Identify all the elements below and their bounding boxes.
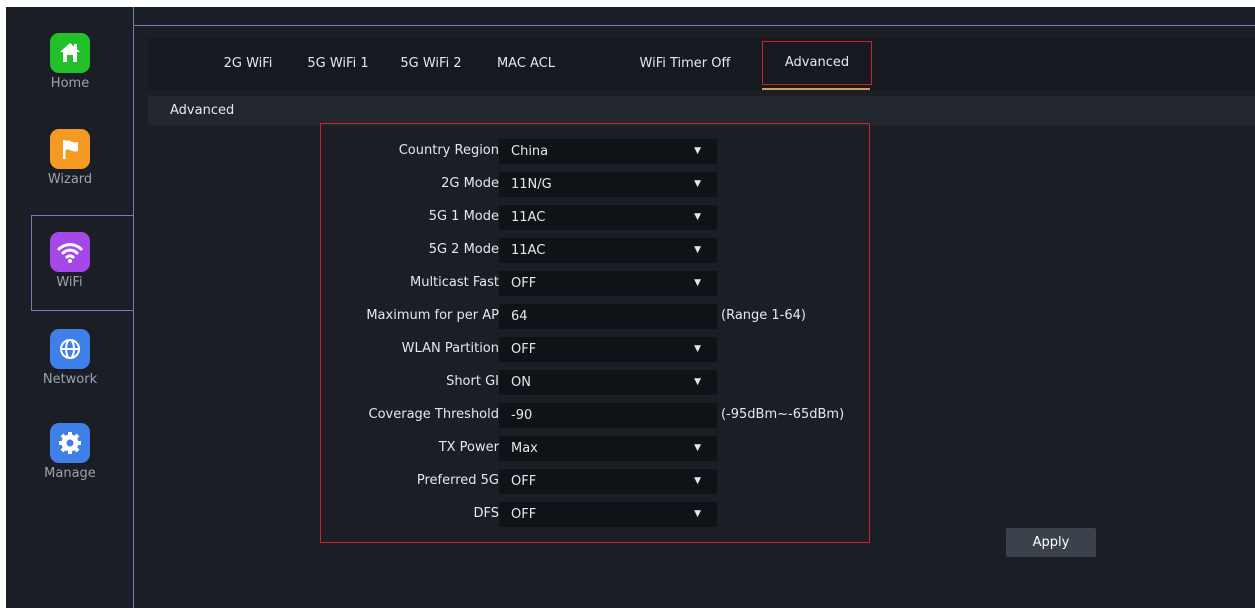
coverage-threshold-label: Coverage Threshold bbox=[368, 407, 499, 422]
selected-value: China bbox=[511, 144, 549, 159]
multicast-fast-select[interactable]: OFF ▼ bbox=[499, 271, 717, 296]
short-gi-label: Short GI bbox=[446, 374, 499, 389]
tab-2g-wifi[interactable]: 2G WiFi bbox=[210, 38, 286, 90]
selected-value: ON bbox=[511, 375, 531, 390]
row-multicast-fast: Multicast Fast OFF ▼ bbox=[321, 270, 869, 296]
sidebar-item-manage[interactable]: Manage bbox=[6, 403, 134, 497]
wlan-partition-select[interactable]: OFF ▼ bbox=[499, 337, 717, 362]
max-per-ap-input[interactable]: 64 bbox=[499, 304, 717, 329]
sidebar-item-label: Wizard bbox=[47, 172, 93, 187]
row-5g1-mode: 5G 1 Mode 11AC ▼ bbox=[321, 204, 869, 230]
sidebar-item-wizard[interactable]: Wizard bbox=[6, 111, 134, 205]
caret-down-icon: ▼ bbox=[694, 476, 701, 486]
country-region-label: Country Region bbox=[398, 143, 499, 158]
sidebar-item-label: Network bbox=[42, 372, 98, 387]
caret-down-icon: ▼ bbox=[694, 179, 701, 189]
tab-wifi-timer-off[interactable]: WiFi Timer Off bbox=[630, 38, 740, 90]
5g1-mode-label: 5G 1 Mode bbox=[428, 209, 499, 224]
caret-down-icon: ▼ bbox=[694, 212, 701, 222]
section-title: Advanced bbox=[170, 103, 235, 118]
tab-mac-acl[interactable]: MAC ACL bbox=[488, 38, 564, 90]
tab-bar: 2G WiFi 5G WiFi 1 5G WiFi 2 MAC ACL WiFi… bbox=[148, 38, 1255, 90]
selected-value: OFF bbox=[511, 507, 537, 522]
max-per-ap-label: Maximum for per AP bbox=[366, 308, 499, 323]
input-value: -90 bbox=[511, 408, 533, 423]
caret-down-icon: ▼ bbox=[694, 146, 701, 156]
row-wlan-partition: WLAN Partition OFF ▼ bbox=[321, 336, 869, 362]
2g-mode-label: 2G Mode bbox=[441, 176, 499, 191]
section-header: Advanced bbox=[148, 96, 1255, 126]
selected-value: OFF bbox=[511, 474, 537, 489]
advanced-settings-form: Country Region China ▼ 2G Mode 11N/G ▼ 5G … bbox=[320, 123, 870, 543]
apply-button[interactable]: Apply bbox=[1006, 528, 1096, 557]
selected-value: 11AC bbox=[511, 243, 546, 258]
selected-value: OFF bbox=[511, 276, 537, 291]
tab-5g-wifi-2[interactable]: 5G WiFi 2 bbox=[390, 38, 472, 90]
home-icon bbox=[50, 33, 90, 73]
max-per-ap-hint: (Range 1-64) bbox=[721, 308, 806, 323]
tab-advanced[interactable]: Advanced bbox=[762, 41, 872, 85]
sidebar-item-label: Manage bbox=[44, 466, 96, 481]
input-value: 64 bbox=[511, 309, 528, 324]
selected-value: 11N/G bbox=[511, 177, 552, 192]
5g1-mode-select[interactable]: 11AC ▼ bbox=[499, 205, 717, 230]
caret-down-icon: ▼ bbox=[694, 443, 701, 453]
gear-icon bbox=[50, 423, 90, 463]
multicast-fast-label: Multicast Fast bbox=[409, 275, 499, 290]
caret-down-icon: ▼ bbox=[694, 278, 701, 288]
dfs-select[interactable]: OFF ▼ bbox=[499, 502, 717, 527]
sidebar-divider bbox=[133, 7, 134, 608]
row-country-region: Country Region China ▼ bbox=[321, 138, 869, 164]
preferred-5g-label: Preferred 5G bbox=[416, 473, 499, 488]
caret-down-icon: ▼ bbox=[694, 344, 701, 354]
caret-down-icon: ▼ bbox=[694, 377, 701, 387]
sidebar-item-home[interactable]: Home bbox=[6, 15, 134, 109]
coverage-threshold-input[interactable]: -90 bbox=[499, 403, 717, 428]
short-gi-select[interactable]: ON ▼ bbox=[499, 370, 717, 395]
sidebar: Home Wizard WiFi Network Manage bbox=[6, 7, 134, 608]
selected-value: Max bbox=[511, 441, 538, 456]
sidebar-item-network[interactable]: Network bbox=[6, 309, 134, 403]
5g2-mode-select[interactable]: 11AC ▼ bbox=[499, 238, 717, 263]
selected-value: OFF bbox=[511, 342, 537, 357]
5g2-mode-label: 5G 2 Mode bbox=[428, 242, 499, 257]
wlan-partition-label: WLAN Partition bbox=[401, 341, 499, 356]
wifi-icon bbox=[49, 232, 90, 272]
tx-power-label: TX Power bbox=[438, 440, 499, 455]
row-tx-power: TX Power Max ▼ bbox=[321, 435, 869, 461]
frame-top-line bbox=[134, 25, 1255, 26]
sidebar-item-label: Home bbox=[50, 76, 90, 91]
row-5g2-mode: 5G 2 Mode 11AC ▼ bbox=[321, 237, 869, 263]
globe-icon bbox=[50, 329, 90, 369]
dfs-label: DFS bbox=[473, 506, 499, 521]
row-dfs: DFS OFF ▼ bbox=[321, 501, 869, 527]
coverage-threshold-hint: (-95dBm~-65dBm) bbox=[721, 407, 845, 422]
country-region-select[interactable]: China ▼ bbox=[499, 139, 717, 164]
tab-5g-wifi-1[interactable]: 5G WiFi 1 bbox=[298, 38, 378, 90]
flag-icon bbox=[50, 129, 90, 169]
row-2g-mode: 2G Mode 11N/G ▼ bbox=[321, 171, 869, 197]
tx-power-select[interactable]: Max ▼ bbox=[499, 436, 717, 461]
sidebar-item-wifi[interactable]: WiFi bbox=[31, 215, 133, 311]
row-preferred-5g: Preferred 5G OFF ▼ bbox=[321, 468, 869, 494]
2g-mode-select[interactable]: 11N/G ▼ bbox=[499, 172, 717, 197]
caret-down-icon: ▼ bbox=[694, 509, 701, 519]
active-tab-underline bbox=[762, 88, 870, 90]
row-short-gi: Short GI ON ▼ bbox=[321, 369, 869, 395]
row-max-per-ap: Maximum for per AP 64 (Range 1-64) bbox=[321, 303, 869, 329]
selected-value: 11AC bbox=[511, 210, 546, 225]
app-window: Home Wizard WiFi Network Manage 2G WiFi … bbox=[6, 7, 1255, 608]
row-coverage-threshold: Coverage Threshold -90 (-95dBm~-65dBm) bbox=[321, 402, 869, 428]
preferred-5g-select[interactable]: OFF ▼ bbox=[499, 469, 717, 494]
caret-down-icon: ▼ bbox=[694, 245, 701, 255]
sidebar-item-label: WiFi bbox=[56, 275, 83, 290]
